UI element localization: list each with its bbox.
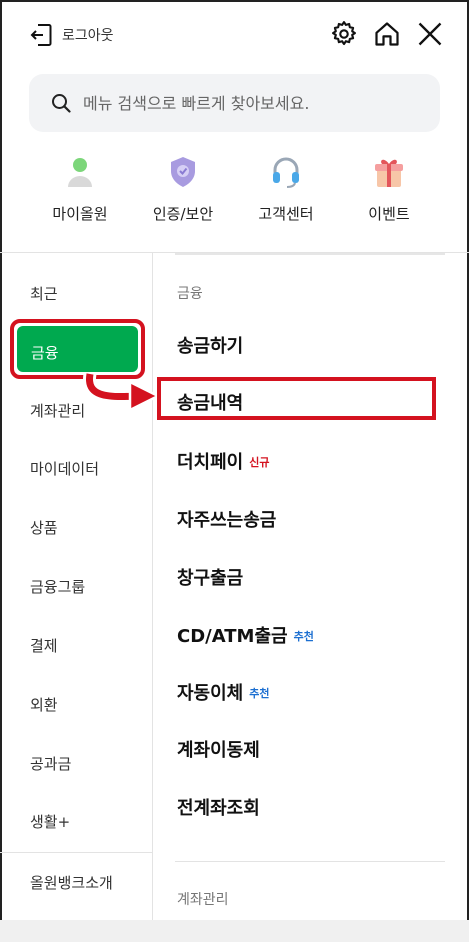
quick-item-security[interactable]: 인증/보안 <box>128 155 238 224</box>
quick-label: 이벤트 <box>368 205 410 223</box>
bottom-bar <box>0 920 469 942</box>
quick-label: 인증/보안 <box>152 205 214 223</box>
gear-icon[interactable] <box>330 20 358 48</box>
sidebar-footer-divider <box>0 852 152 853</box>
content-top-line <box>175 253 445 255</box>
section-divider <box>175 861 445 862</box>
sidebar-item-recent[interactable]: 최근 <box>30 283 58 304</box>
close-icon[interactable] <box>416 20 444 48</box>
sidebar-item-utility-bills[interactable]: 공과금 <box>30 753 71 774</box>
search-bar[interactable] <box>29 74 440 132</box>
quick-label: 고객센터 <box>258 205 314 223</box>
menu-item-label: 더치페이 <box>177 452 244 473</box>
recommended-badge: 추천 <box>293 630 314 643</box>
shield-icon <box>171 157 195 187</box>
menu-item-label: 자동이체 <box>177 683 244 704</box>
sidebar-divider <box>152 253 153 920</box>
quick-item-event[interactable]: 이벤트 <box>334 155 444 224</box>
logout-icon <box>30 24 52 46</box>
sidebar-item-life-plus[interactable]: 생활+ <box>30 811 70 832</box>
menu-item-frequent-transfer[interactable]: 자주쓰는송금 <box>177 506 276 532</box>
sidebar-item-account-management[interactable]: 계좌관리 <box>30 400 85 421</box>
logout-label: 로그아웃 <box>62 28 114 44</box>
recommended-badge: 추천 <box>249 687 270 700</box>
sidebar-item-payment[interactable]: 결제 <box>30 635 58 656</box>
menu-item-account-switch[interactable]: 계좌이동제 <box>177 736 260 762</box>
menu-item-counter-withdrawal[interactable]: 창구출금 <box>177 564 243 590</box>
sidebar-item-financial-group[interactable]: 금융그룹 <box>30 576 85 597</box>
menu-item-atm-withdrawal[interactable]: CD/ATM출금 추천 <box>177 622 314 648</box>
new-badge: 신규 <box>249 456 270 469</box>
person-icon <box>68 158 92 187</box>
menu-item-all-accounts[interactable]: 전계좌조회 <box>177 794 260 820</box>
gift-icon <box>375 159 403 187</box>
quick-label: 마이올원 <box>52 205 108 223</box>
menu-item-dutch-pay[interactable]: 더치페이 신규 <box>177 448 270 474</box>
header: 로그아웃 <box>0 0 469 70</box>
section-title: 금융 <box>177 286 203 302</box>
menu-item-label: CD/ATM출금 <box>177 626 288 647</box>
sidebar-item-label: 금융 <box>31 344 59 362</box>
sidebar-item-mydata[interactable]: 마이데이터 <box>30 458 99 479</box>
menu-item-send-money[interactable]: 송금하기 <box>177 332 243 358</box>
logout-button[interactable]: 로그아웃 <box>30 23 114 47</box>
section-title-account-management: 계좌관리 <box>177 892 229 908</box>
search-input[interactable] <box>83 93 413 113</box>
sidebar-item-products[interactable]: 상품 <box>30 517 58 538</box>
search-icon <box>52 94 71 113</box>
menu-item-auto-transfer[interactable]: 자동이체 추천 <box>177 679 270 705</box>
headset-icon <box>273 157 299 188</box>
sidebar-item-about[interactable]: 올원뱅크소개 <box>30 872 113 893</box>
sidebar-item-finance[interactable]: 금융 <box>10 319 145 379</box>
quick-menu: 마이올원 인증/보안 고객센터 이벤트 <box>0 155 469 235</box>
quick-item-customer-center[interactable]: 고객센터 <box>231 155 341 224</box>
menu-item-transfer-history[interactable]: 송금내역 <box>177 389 243 415</box>
quick-item-myallone[interactable]: 마이올원 <box>25 155 135 224</box>
sidebar-item-foreign-exchange[interactable]: 외환 <box>30 694 58 715</box>
home-icon[interactable] <box>373 20 401 48</box>
